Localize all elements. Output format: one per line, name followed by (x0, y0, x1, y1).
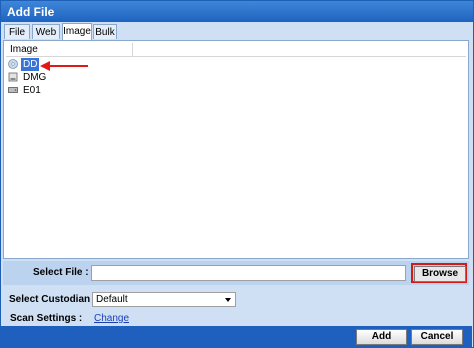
tab-strip: File Web Image Bulk (1, 22, 473, 41)
disk-image-icon (8, 72, 18, 82)
chevron-down-icon (225, 298, 231, 302)
tab-bulk[interactable]: Bulk (93, 24, 117, 39)
tab-web[interactable]: Web (32, 24, 60, 39)
column-header-label: Image (10, 44, 38, 55)
select-file-label: Select File : (33, 267, 89, 278)
browse-button[interactable]: Browse (414, 266, 466, 282)
dialog-footer: Add Cancel (0, 326, 472, 347)
disc-icon (8, 59, 18, 69)
column-header[interactable]: Image (6, 43, 133, 56)
file-path-input[interactable] (91, 265, 406, 281)
list-item-label: DMG (23, 72, 47, 83)
tab-image[interactable]: Image (62, 23, 92, 40)
list-item-dd[interactable]: DD (6, 58, 206, 71)
list-item-e01[interactable]: E01 (6, 84, 206, 97)
custodian-select[interactable]: Default (92, 292, 236, 307)
title-bar: Add File (1, 1, 473, 22)
list-item-dmg[interactable]: DMG (6, 71, 206, 84)
dialog-title: Add File (7, 5, 55, 19)
drive-icon (8, 87, 18, 93)
cancel-button[interactable]: Cancel (411, 329, 463, 345)
change-link[interactable]: Change (94, 313, 129, 324)
list-header: Image (6, 43, 466, 57)
custodian-value: Default (96, 294, 128, 305)
scan-settings-label: Scan Settings : (10, 313, 83, 324)
select-custodian-label: Select Custodian : (9, 294, 97, 305)
red-arrow-annotation-icon (40, 61, 88, 71)
list-item-label: E01 (23, 85, 41, 96)
image-type-list: Image DD DMG E01 (3, 40, 469, 259)
add-button[interactable]: Add (356, 329, 407, 345)
browse-button-highlight: Browse (411, 263, 467, 283)
tab-file[interactable]: File (4, 24, 30, 39)
list-item-label: DD (21, 58, 40, 71)
